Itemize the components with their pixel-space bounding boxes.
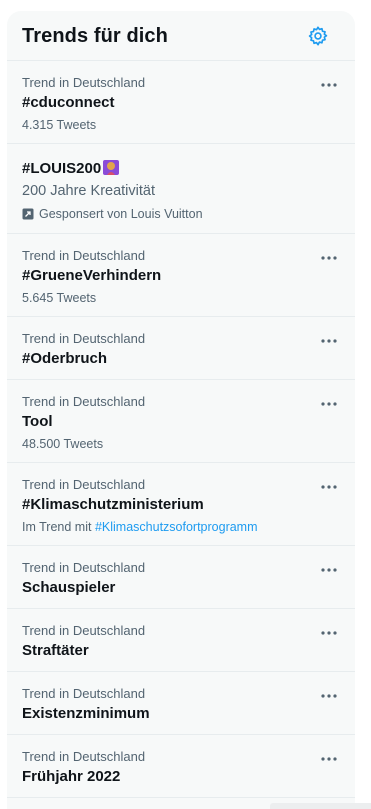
trends-title: Trends für dich [22, 25, 168, 47]
gear-icon[interactable] [307, 25, 329, 47]
trend-name: #GrueneVerhindern [22, 267, 162, 284]
trend-name: Tool [22, 413, 53, 430]
trend-tweet-count: 4.315 Tweets [22, 118, 97, 132]
trend-item-oderbruch[interactable]: Trend in Deutschland #Oderbruch [7, 317, 355, 380]
trend-item-fruehjahr-2022[interactable]: Trend in Deutschland Frühjahr 2022 [7, 735, 355, 798]
more-options-icon[interactable] [321, 339, 337, 343]
trend-name: #Oderbruch [22, 350, 108, 367]
trend-tweet-count: 48.500 Tweets [22, 437, 104, 451]
more-options-icon[interactable] [321, 402, 337, 406]
scroll-indicator [270, 803, 371, 809]
promoted-icon [22, 208, 34, 220]
trend-context: Trend in Deutschland [22, 394, 146, 409]
trend-tweet-count: 5.645 Tweets [22, 291, 97, 305]
more-options-icon[interactable] [321, 631, 337, 635]
more-options-icon[interactable] [321, 83, 337, 87]
trend-name: #cduconnect [22, 94, 115, 111]
trend-context: Trend in Deutschland [22, 331, 146, 346]
trend-item-tool[interactable]: Trend in Deutschland Tool 48.500 Tweets [7, 380, 355, 463]
trend-item-straftaeter[interactable]: Trend in Deutschland Straftäter [7, 609, 355, 672]
trend-context: Trend in Deutschland [22, 477, 146, 492]
promoted-trend-description: 200 Jahre Kreativität [22, 183, 155, 199]
promoted-label: Gesponsert von Louis Vuitton [22, 207, 203, 221]
trends-header: Trends für dich [7, 11, 355, 61]
trend-item-gruene-verhindern[interactable]: Trend in Deutschland #GrueneVerhindern 5… [7, 234, 355, 317]
trend-context: Trend in Deutschland [22, 560, 146, 575]
trend-item-schauspieler[interactable]: Trend in Deutschland Schauspieler [7, 546, 355, 609]
trend-item-klimaschutzministerium[interactable]: Trend in Deutschland #Klimaschutzministe… [7, 463, 355, 546]
more-options-icon[interactable] [321, 694, 337, 698]
more-options-icon[interactable] [321, 485, 337, 489]
trend-name: Existenzminimum [22, 705, 150, 722]
trend-item-promoted-louis200[interactable]: #LOUIS200 200 Jahre Kreativität Gesponse… [7, 144, 355, 234]
promoted-trend-name: #LOUIS200 [22, 159, 120, 177]
trend-context: Trend in Deutschland [22, 75, 146, 90]
trend-name: #Klimaschutzministerium [22, 496, 204, 513]
trend-context: Trend in Deutschland [22, 749, 146, 764]
trend-related: Im Trend mit #Klimaschutzsofortprogramm [22, 520, 258, 534]
trend-context: Trend in Deutschland [22, 686, 146, 701]
trend-name: Frühjahr 2022 [22, 768, 121, 785]
trend-name: Straftäter [22, 642, 89, 659]
more-options-icon[interactable] [321, 757, 337, 761]
trend-item-existenzminimum[interactable]: Trend in Deutschland Existenzminimum [7, 672, 355, 735]
trend-item-cduconnect[interactable]: Trend in Deutschland #cduconnect 4.315 T… [7, 61, 355, 144]
trend-name: Schauspieler [22, 579, 116, 596]
trend-context: Trend in Deutschland [22, 248, 146, 263]
more-options-icon[interactable] [321, 568, 337, 572]
related-hashtag-link[interactable]: #Klimaschutzsofortprogramm [95, 520, 258, 534]
trend-context: Trend in Deutschland [22, 623, 146, 638]
louis-vuitton-emoji-icon [103, 160, 120, 175]
trends-panel: Trends für dich Trend in Deutschland #cd… [7, 11, 355, 809]
more-options-icon[interactable] [321, 256, 337, 260]
